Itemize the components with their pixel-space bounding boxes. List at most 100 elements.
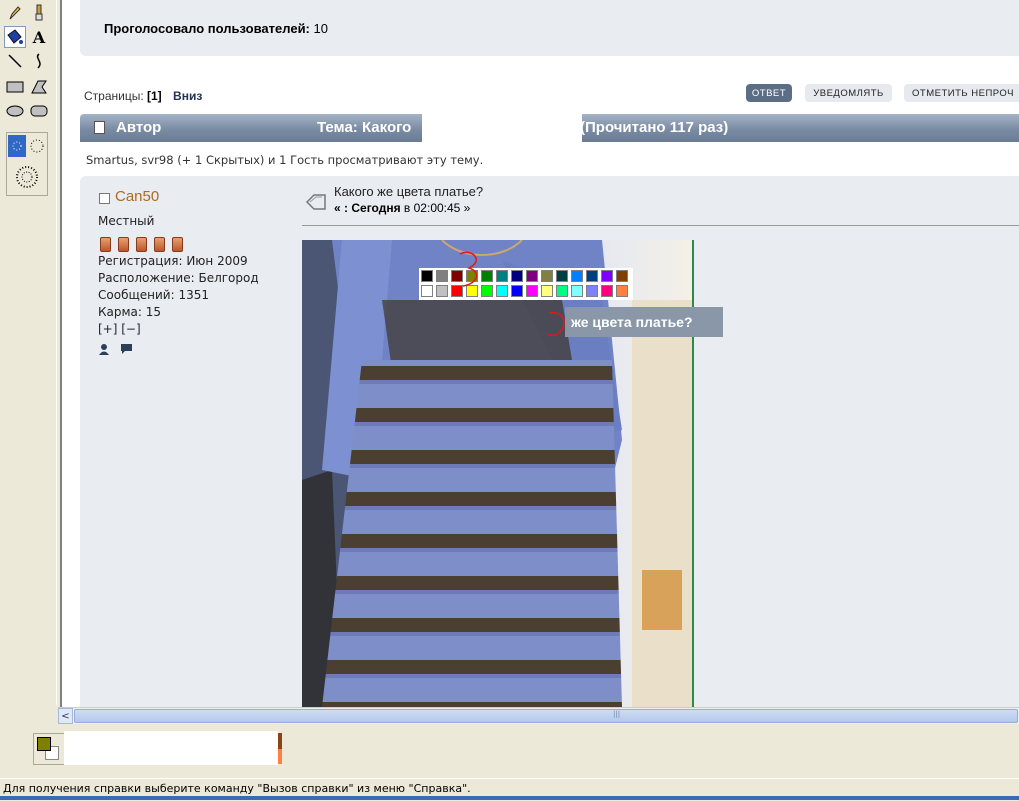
notify-button[interactable]: УВЕДОМЛЯТЬ [805,84,892,102]
palette-swatch [496,270,508,282]
ellipse-icon [6,105,24,117]
palette-swatch [601,285,613,297]
curve-tool[interactable] [28,50,50,72]
palette-swatch [421,285,433,297]
karma-minus-link[interactable]: [−] [121,322,140,336]
rank-star-icon [136,237,147,252]
rank-star-icon [154,237,165,252]
poll-count: 10 [313,21,328,36]
poster-registration: Регистрация: Июн 2009 [98,254,248,268]
spray-medium-option[interactable] [28,135,46,157]
red-mark-caption [547,311,565,337]
poster-location: Расположение: Белгород [98,271,259,285]
pages-label: Страницы: [84,89,144,103]
fill-tool[interactable] [4,26,26,48]
pagination: Страницы: [1] Вниз [84,89,202,103]
poll-label: Проголосовало пользователей: [104,21,310,36]
palette-swatch [436,270,448,282]
pencil-tool[interactable] [4,2,26,24]
line-icon [8,54,22,68]
white-paint-mask [422,114,582,144]
horizontal-scrollbar[interactable]: < ||| [58,707,1019,725]
polygon-icon [31,80,47,94]
palette-swatch [436,285,448,297]
rank-star-icon [172,237,183,252]
palette-swatch [526,285,538,297]
palette-swatch [571,270,583,282]
polygon-tool[interactable] [28,76,50,98]
reply-button[interactable]: ОТВЕТ [746,84,792,102]
current-page: [1] [147,89,162,103]
foreground-color-swatch[interactable] [37,737,51,751]
topic-header: Автор Тема: Какого (Прочитано 117 раз) [80,114,1019,144]
spray-medium-icon [30,139,44,153]
scroll-left-button[interactable]: < [58,708,73,724]
karma-plus-link[interactable]: [+] [98,322,117,336]
palette-swatch-brown[interactable] [278,733,282,749]
palette-swatch [586,270,598,282]
tool-options [6,132,48,196]
curve-icon [36,53,41,69]
profile-icon[interactable] [98,343,110,358]
rank-star-icon [118,237,129,252]
poll-result: Проголосовало пользователей: 10 [104,21,328,36]
palette-swatch-orange[interactable] [278,749,282,764]
document-icon [94,121,105,134]
date-day: Сегодня [351,201,401,215]
color-palette-overlay [419,268,633,300]
header-read-count: (Прочитано 117 раз) [580,119,729,136]
date-time: в 02:00:45 » [403,201,471,215]
post-date: « : Сегодня в 02:00:45 » [334,201,470,215]
palette-swatch [511,285,523,297]
mark-unread-button[interactable]: ОТМЕТИТЬ НЕПРОЧ [904,84,1019,102]
karma-links: [+] [−] [98,322,141,336]
poster-rank: Местный [98,214,155,228]
rank-star-icon [100,237,111,252]
scroll-thumb[interactable]: ||| [74,709,1018,723]
palette-swatch [421,270,433,282]
spray-large-option[interactable] [13,163,41,191]
brush-tool[interactable] [28,2,50,24]
rectangle-icon [6,81,24,93]
message-icon[interactable] [120,343,133,358]
poster-name[interactable]: Can50 [115,188,159,205]
rectangle-tool[interactable] [4,76,26,98]
palette-swatch [526,270,538,282]
go-down-link[interactable]: Вниз [173,89,202,103]
scroll-grip: ||| [613,710,621,718]
option-selected[interactable] [8,135,26,157]
fill-bucket-icon [7,29,23,44]
post-title[interactable]: Какого же цвета платье? [334,184,483,199]
poster-karma: Карма: 15 [98,305,162,319]
palette-swatch [511,270,523,282]
line-tool[interactable] [4,50,26,72]
image-caption: же цвета платье? [565,307,723,337]
palette-swatch [601,270,613,282]
ellipse-tool[interactable] [4,100,26,122]
brush-icon [35,4,43,21]
taskbar-edge [0,796,1019,800]
drawing-canvas[interactable]: Проголосовало пользователей: 10 Страницы… [62,0,1019,707]
tool-box: A [0,0,57,705]
spray-large-icon [16,166,38,188]
palette-swatch [616,270,628,282]
palette-swatch [541,285,553,297]
palette-swatch [556,285,568,297]
post-separator [302,225,1019,226]
rounded-rect-tool[interactable] [28,100,50,122]
status-text: Для получения справки выберите команду "… [3,782,471,795]
red-mark-top [459,251,478,287]
post-tag-icon [305,193,327,214]
palette-swatch [556,270,568,282]
rounded-rectangle-icon [30,105,48,117]
pencil-icon [9,6,21,20]
header-author: Автор [116,119,162,136]
date-prefix: « : [334,201,349,215]
palette-swatch [496,285,508,297]
palette-swatch [541,270,553,282]
text-tool[interactable]: A [28,26,50,48]
poster-messages: Сообщений: 1351 [98,288,209,302]
spray-small-icon [12,141,22,151]
palette-swatch [586,285,598,297]
palette-swatch [571,285,583,297]
